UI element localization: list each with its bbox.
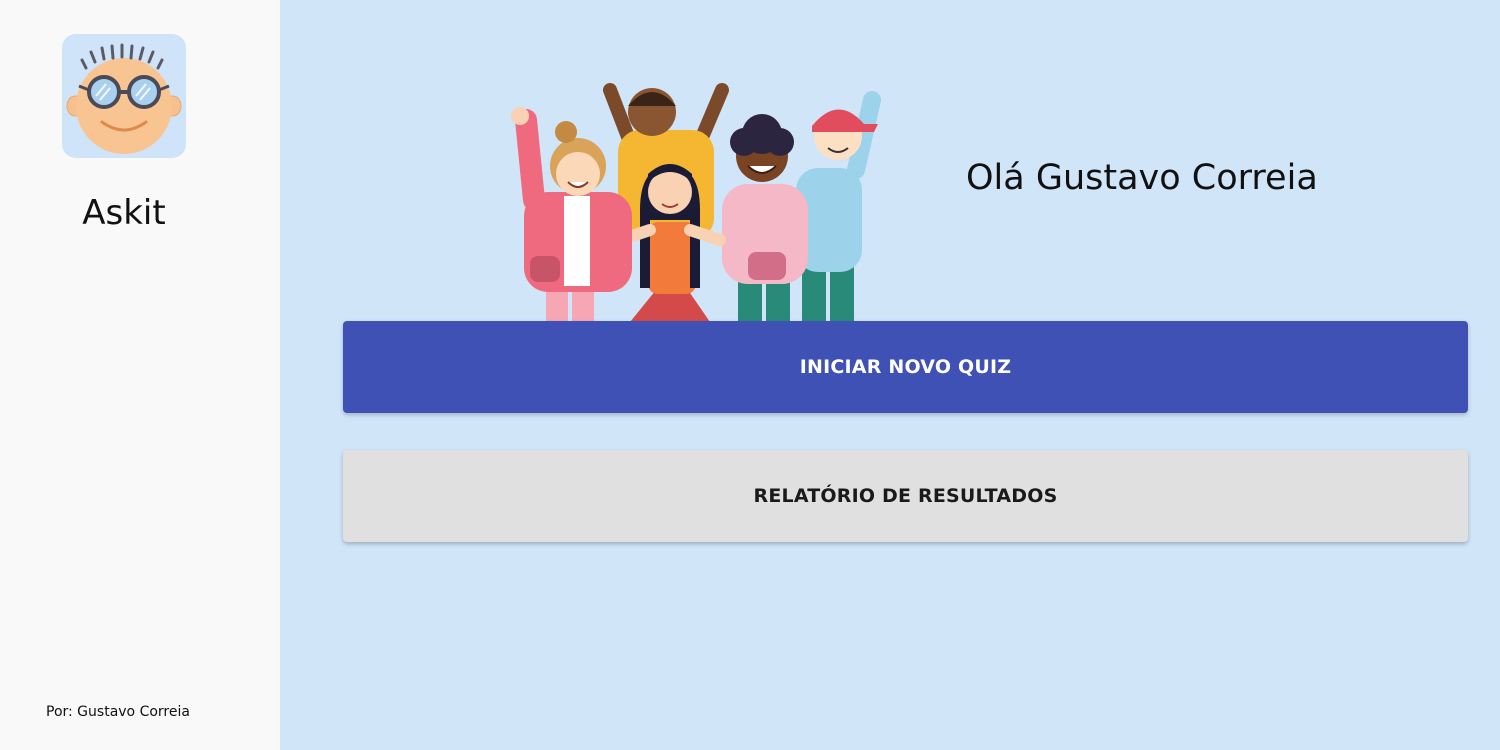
- sidebar: Askit Por: Gustavo Correia: [0, 0, 280, 750]
- results-report-button[interactable]: RELATÓRIO DE RESULTADOS: [343, 450, 1468, 542]
- author-credit: Por: Gustavo Correia: [46, 704, 190, 720]
- greeting-title: Olá Gustavo Correia: [966, 158, 1318, 198]
- group-of-happy-kids-illustration: [511, 83, 881, 322]
- start-new-quiz-label: INICIAR NOVO QUIZ: [799, 356, 1012, 378]
- results-report-label: RELATÓRIO DE RESULTADOS: [753, 485, 1058, 507]
- hero-illustration: [500, 70, 900, 322]
- smiling-face-with-glasses-icon: [62, 34, 186, 158]
- app-logo: [62, 34, 186, 158]
- main-content: Olá Gustavo Correia INICIAR NOVO QUIZ RE…: [280, 0, 1500, 750]
- start-new-quiz-button[interactable]: INICIAR NOVO QUIZ: [343, 321, 1468, 413]
- app-name: Askit: [82, 193, 166, 233]
